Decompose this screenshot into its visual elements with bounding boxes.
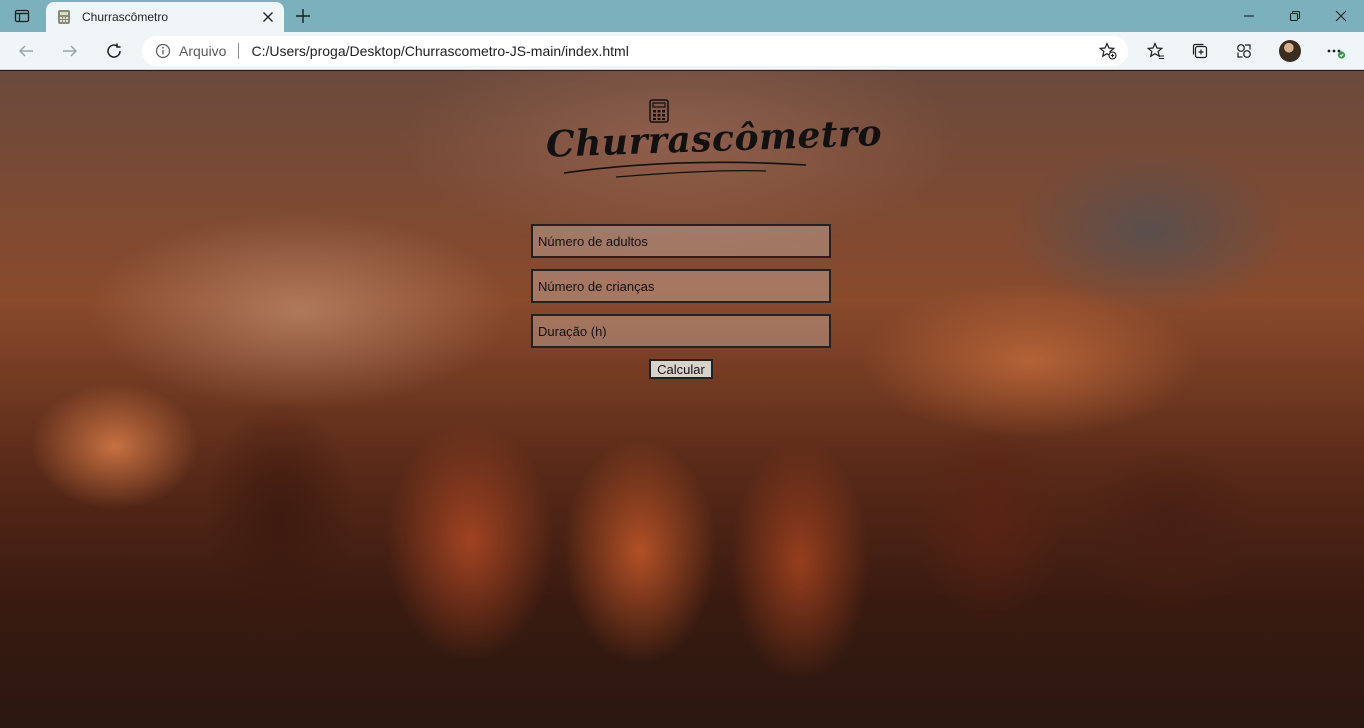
adults-field[interactable] bbox=[531, 224, 831, 258]
children-field[interactable] bbox=[531, 269, 831, 303]
calculate-button[interactable]: Calcular bbox=[649, 359, 713, 379]
browser-toolbar: Arquivo C:/Users/proga/Desktop/Churrasco… bbox=[0, 32, 1364, 70]
address-bar[interactable]: Arquivo C:/Users/proga/Desktop/Churrasco… bbox=[142, 36, 1128, 66]
duration-input[interactable] bbox=[538, 323, 829, 339]
profile-avatar-icon bbox=[1279, 40, 1301, 62]
favorites-icon[interactable] bbox=[1141, 36, 1171, 66]
collections-icon[interactable] bbox=[1185, 36, 1215, 66]
logo-swoosh bbox=[563, 161, 807, 178]
adults-input[interactable] bbox=[538, 233, 829, 249]
url-text[interactable]: C:/Users/proga/Desktop/Churrascometro-JS… bbox=[251, 43, 1094, 59]
logo: Churrascômetro bbox=[545, 99, 883, 183]
site-label: Arquivo bbox=[179, 43, 227, 59]
avatar[interactable] bbox=[1275, 36, 1305, 66]
extensions-icon[interactable] bbox=[1229, 36, 1259, 66]
favicon-icon bbox=[56, 9, 72, 25]
more-icon[interactable] bbox=[1321, 36, 1351, 66]
close-icon[interactable] bbox=[256, 5, 280, 29]
active-tab[interactable]: Churrascômetro bbox=[46, 2, 284, 32]
duration-field[interactable] bbox=[531, 314, 831, 348]
forward-icon[interactable] bbox=[55, 36, 85, 66]
add-favorite-icon[interactable] bbox=[1094, 37, 1122, 65]
plus-icon[interactable] bbox=[290, 4, 316, 28]
back-icon[interactable] bbox=[11, 36, 41, 66]
tab-bar: Churrascômetro bbox=[0, 0, 1364, 32]
info-icon[interactable] bbox=[154, 42, 172, 60]
minimize-icon[interactable] bbox=[1226, 0, 1272, 32]
window-close-icon[interactable] bbox=[1318, 0, 1364, 32]
refresh-icon[interactable] bbox=[99, 36, 129, 66]
restore-icon[interactable] bbox=[1272, 0, 1318, 32]
tab-actions-icon[interactable] bbox=[8, 4, 36, 28]
address-separator bbox=[238, 43, 240, 59]
children-input[interactable] bbox=[538, 278, 829, 294]
tab-title: Churrascômetro bbox=[82, 10, 169, 24]
page-viewport: Churrascômetro Calcular bbox=[0, 71, 1364, 728]
